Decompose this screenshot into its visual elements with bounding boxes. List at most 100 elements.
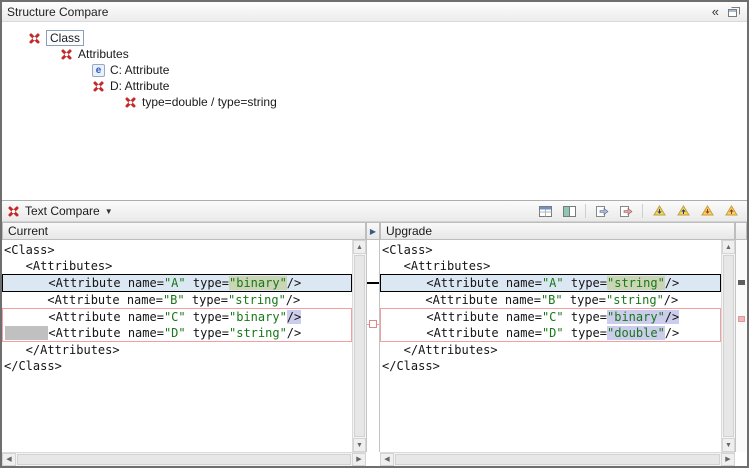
overview-header-spacer <box>735 222 747 240</box>
scroll-thumb[interactable] <box>354 255 365 437</box>
code-segment: <Attribute name= <box>5 276 164 290</box>
conflict-connector-square[interactable] <box>369 320 377 328</box>
scroll-left-button[interactable]: ◀ <box>2 453 16 466</box>
code-area-left[interactable]: <Class> <Attributes> <Attribute name="A"… <box>2 240 352 452</box>
code-line[interactable]: </Class> <box>380 358 721 374</box>
scroll-right-icon: ▶ <box>356 456 361 463</box>
code-line[interactable]: <Attribute name="C" type="binary"/> <box>3 309 351 325</box>
code-segment: "string" <box>606 293 664 307</box>
code-line[interactable]: </Class> <box>2 358 352 374</box>
next-difference-button[interactable] <box>648 202 670 220</box>
collapse-icon: « <box>712 5 719 18</box>
scroll-down-button[interactable]: ▼ <box>722 438 735 452</box>
collapse-button[interactable]: « <box>710 5 721 18</box>
code-line[interactable]: <Class> <box>380 242 721 258</box>
code-segment: type= <box>186 276 229 290</box>
previous-difference-button[interactable] <box>672 202 694 220</box>
tree-item-attributes[interactable]: Attributes <box>2 46 747 62</box>
code-segment: <Class> <box>4 243 55 257</box>
compare-editor-window: Structure Compare « Class Attributes e C… <box>0 0 749 468</box>
code-line-selected-diff[interactable]: <Attribute name="A" type="binary"/> <box>2 274 352 292</box>
scroll-up-icon: ▲ <box>725 244 732 251</box>
scroll-up-button[interactable]: ▲ <box>722 240 735 254</box>
left-vertical-scrollbar[interactable]: ▲ ▼ <box>352 240 366 452</box>
code-segment: /> <box>665 310 679 324</box>
center-gutter <box>366 240 380 452</box>
right-pane-header: Upgrade <box>380 222 735 240</box>
copy-all-right-to-left-button[interactable] <box>591 202 613 220</box>
code-line[interactable]: <Attribute name="B" type="string"/> <box>380 292 721 308</box>
previous-change-button[interactable] <box>720 202 742 220</box>
right-pane: <Class> <Attributes> <Attribute name="A"… <box>380 240 735 452</box>
code-line-selected-diff[interactable]: <Attribute name="A" type="string"/> <box>380 274 721 292</box>
scroll-left-button[interactable]: ◀ <box>380 453 394 466</box>
text-compare-menu-button[interactable]: Text Compare ▼ <box>25 204 113 218</box>
restore-pane-button[interactable] <box>726 6 742 17</box>
text-compare-header: Text Compare ▼ <box>2 200 747 222</box>
code-segment: type= <box>186 310 229 324</box>
code-segment: type= <box>185 293 228 307</box>
code-segment: type= <box>563 293 606 307</box>
code-line[interactable]: <Class> <box>2 242 352 258</box>
code-segment: /> <box>664 293 678 307</box>
code-segment: "C" <box>164 310 186 324</box>
code-line[interactable]: </Attributes> <box>380 342 721 358</box>
overview-mark-change[interactable] <box>738 280 745 285</box>
text-compare-body: <Class> <Attributes> <Attribute name="A"… <box>2 240 747 452</box>
overview-ruler[interactable] <box>735 240 747 452</box>
code-segment: <Attribute name= <box>4 293 163 307</box>
code-segment: <Attributes> <box>382 259 490 273</box>
code-segment: type= <box>564 276 607 290</box>
scroll-right-button[interactable]: ▶ <box>721 453 735 466</box>
overview-spacer <box>735 452 747 466</box>
tree-item-class[interactable]: Class <box>2 30 747 46</box>
scroll-down-button[interactable]: ▼ <box>353 438 366 452</box>
code-line[interactable]: <Attributes> <box>2 258 352 274</box>
merge-direction-icon: ▶ <box>370 227 376 236</box>
left-horizontal-scrollbar[interactable]: ◀ ▶ <box>2 452 366 466</box>
code-line[interactable]: <Attribute name="D" type="string"/> <box>3 325 351 341</box>
code-line[interactable]: <Attributes> <box>380 258 721 274</box>
copy-current-right-to-left-button[interactable] <box>615 202 637 220</box>
code-segment: "D" <box>542 326 564 340</box>
restore-pane-icon <box>728 6 740 17</box>
tree-item-c-attribute[interactable]: e C: Attribute <box>2 62 747 78</box>
code-segment: "A" <box>164 276 186 290</box>
conflict-block: <Attribute name="C" type="binary"/> <Att… <box>380 308 721 342</box>
code-segment: "A" <box>542 276 564 290</box>
change-icon <box>92 80 105 93</box>
code-line[interactable]: <Attribute name="B" type="string"/> <box>2 292 352 308</box>
change-icon <box>28 32 41 45</box>
next-change-button[interactable] <box>696 202 718 220</box>
change-icon <box>124 96 137 109</box>
scroll-right-button[interactable]: ▶ <box>352 453 366 466</box>
code-area-right[interactable]: <Class> <Attributes> <Attribute name="A"… <box>380 240 721 452</box>
code-segment <box>5 326 48 340</box>
right-horizontal-scrollbar[interactable]: ◀ ▶ <box>380 452 735 466</box>
scroll-up-button[interactable]: ▲ <box>353 240 366 254</box>
scroll-thumb[interactable] <box>17 454 351 465</box>
tree-item-d-attribute[interactable]: D: Attribute <box>2 78 747 94</box>
element-e-icon: e <box>92 64 105 77</box>
code-line[interactable]: <Attribute name="C" type="binary"/> <box>381 309 720 325</box>
scroll-thumb[interactable] <box>723 255 734 437</box>
ancestor-pane-button[interactable] <box>534 202 556 220</box>
next-difference-icon <box>653 205 666 217</box>
swap-layout-button[interactable] <box>558 202 580 220</box>
next-change-icon <box>701 205 714 217</box>
code-segment: "string" <box>228 293 286 307</box>
scroll-thumb[interactable] <box>395 454 720 465</box>
tree-item-type-change[interactable]: type=double / type=string <box>2 94 747 110</box>
structure-compare-header: Structure Compare « <box>2 2 747 22</box>
code-line[interactable]: <Attribute name="D" type="double"/> <box>381 325 720 341</box>
scroll-right-icon: ▶ <box>725 456 730 463</box>
code-segment: /> <box>665 276 679 290</box>
right-vertical-scrollbar[interactable]: ▲ ▼ <box>721 240 735 452</box>
code-segment: <Attribute name= <box>383 326 542 340</box>
code-line[interactable]: </Attributes> <box>2 342 352 358</box>
code-segment: </Class> <box>4 359 62 373</box>
tree-item-label: type=double / type=string <box>142 95 277 109</box>
left-pane: <Class> <Attributes> <Attribute name="A"… <box>2 240 366 452</box>
tree-item-label: C: Attribute <box>110 63 169 77</box>
overview-mark-conflict[interactable] <box>738 316 745 322</box>
